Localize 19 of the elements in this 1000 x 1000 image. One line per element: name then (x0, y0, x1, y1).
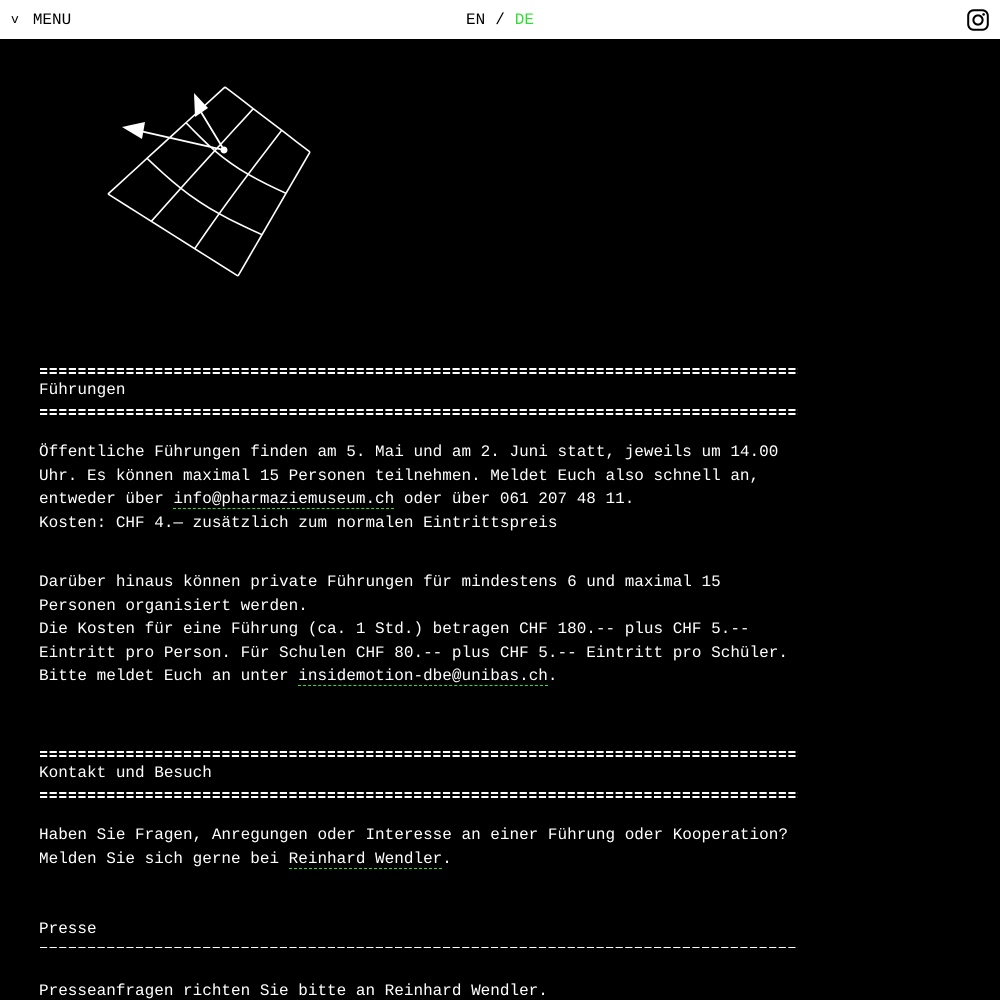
instagram-icon[interactable] (967, 8, 989, 30)
section-heading: Führungen (39, 380, 126, 401)
caret-icon: v (11, 12, 19, 27)
paragraph-text: Bitte meldet Euch an unter insidemotion-dbe@unibas.ch. (39, 666, 558, 688)
paragraph-text: Haben Sie Fragen, Anregungen oder Interesse an einer Führung oder Kooperation? (39, 825, 789, 846)
menu-button[interactable]: v MENU (11, 10, 72, 28)
paragraph-text: Die Kosten für eine Führung (ca. 1 Std.) betragen CHF 180.-- plus CHF 5.-- Eintritt pro Person. Für Schulen CHF 80.-- plus CHF 5.-- Eintritt pro Schüler. (39, 619, 789, 664)
section-heading: Presse (39, 918, 98, 940)
paragraph-text: Öffentliche Führungen finden am 5. Mai und am 2. Juni statt, jeweils um 14.00 Uhr. Es können maximal 15 Personen teilnehmen. Meldet Euch also schnell an, entweder über info@pharmaziemuseum.ch oder über 061 207 48 11. (39, 442, 780, 511)
language-separator: / (495, 10, 505, 28)
text-link[interactable]: Reinhard Wendler (288, 850, 442, 868)
section-heading: Kontakt und Besuch (39, 763, 213, 784)
paragraph-text: Kosten: CHF 4.— zusätzlich zum normalen Eintrittspreis (39, 512, 558, 534)
language-link[interactable]: EN (466, 10, 486, 28)
paragraph-text: Darüber hinaus können private Führungen für mindestens 6 und maximal 15 Personen organisiert werden. (39, 572, 722, 616)
text-link[interactable]: info@pharmaziemuseum.ch (173, 490, 394, 509)
text-link[interactable]: insidemotion-dbe@unibas.ch (298, 667, 548, 686)
paragraph-text: Presseanfragen richten Sie bitte an Reinhard Wendler. (39, 981, 549, 1000)
paragraph-text: Melden Sie sich gerne bei Reinhard Wendler. (39, 848, 453, 870)
